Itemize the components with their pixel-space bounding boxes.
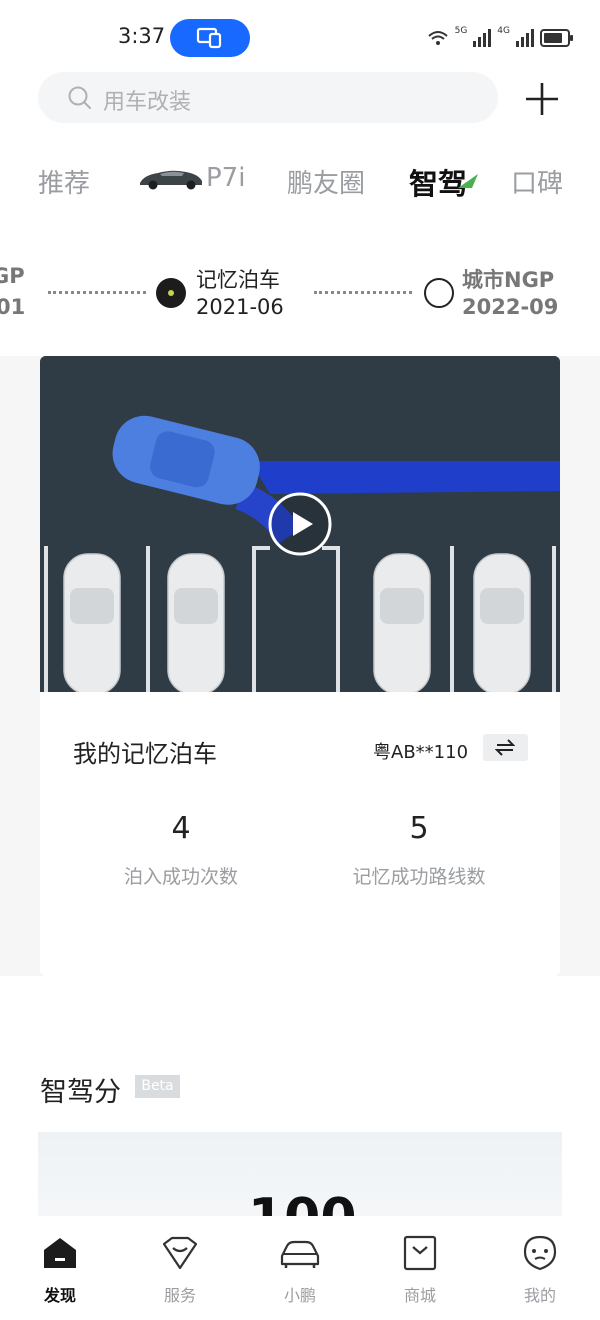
license-plate: 粤AB**110 xyxy=(373,742,469,763)
status-icons: 5G 4G xyxy=(427,26,574,50)
add-button[interactable] xyxy=(522,79,562,119)
status-time: 3:37 xyxy=(118,24,166,48)
network-label-2: 4G xyxy=(497,26,510,36)
timeline-node-next[interactable] xyxy=(424,278,454,308)
swap-icon xyxy=(495,739,515,756)
driving-score-title: 智驾分 xyxy=(40,1077,121,1108)
beta-badge: Beta xyxy=(135,1075,180,1098)
signal-icon xyxy=(516,29,534,47)
parking-success-count: 4 xyxy=(171,811,191,846)
profile-icon xyxy=(523,1235,557,1271)
active-tab-indicator xyxy=(458,174,478,188)
nav-profile[interactable]: 我的 xyxy=(500,1234,580,1306)
status-bar: 3:37 5G 4G xyxy=(0,0,600,76)
signal-icon xyxy=(473,29,492,47)
nav-shop[interactable]: 商城 xyxy=(380,1234,460,1306)
timeline-connector xyxy=(48,291,146,295)
car-thumbnail-icon xyxy=(140,170,202,190)
timeline-node-current[interactable] xyxy=(156,278,186,308)
route-success-label: 记忆成功路线数 xyxy=(352,866,486,888)
screen-cast-icon xyxy=(196,27,222,49)
nav-discover[interactable]: 发现 xyxy=(20,1234,100,1306)
timeline-current-date: 2021-06 xyxy=(196,295,284,319)
nav-label: 商城 xyxy=(403,1286,436,1305)
home-icon xyxy=(44,1238,76,1268)
nav-service[interactable]: 服务 xyxy=(140,1234,220,1306)
car-icon xyxy=(280,1240,320,1268)
memory-parking-card: 我的记忆泊车 粤AB**110 4 泊入成功次数 5 记忆成功路线数 xyxy=(40,356,560,976)
network-label-1: 5G xyxy=(454,26,468,36)
route-success-count: 5 xyxy=(409,811,429,846)
nav-label: 小鹏 xyxy=(283,1286,316,1305)
service-icon xyxy=(162,1236,198,1270)
search-placeholder: 用车改装 xyxy=(103,90,192,115)
memory-parking-title: 我的记忆泊车 xyxy=(73,740,217,768)
shop-icon xyxy=(403,1235,437,1271)
nav-label: 服务 xyxy=(163,1286,196,1305)
wifi-icon xyxy=(427,31,448,45)
top-tabs: 推荐 P7i 鹏友圈 智驾 口碑 xyxy=(0,155,600,205)
tab-community[interactable]: 鹏友圈 xyxy=(287,163,365,200)
parking-video[interactable] xyxy=(40,356,560,695)
driving-score-card[interactable]: 100 xyxy=(38,1132,562,1222)
screen-cast-pill[interactable] xyxy=(170,19,250,57)
nav-label: 发现 xyxy=(43,1286,76,1305)
tab-recommend[interactable]: 推荐 xyxy=(38,163,90,200)
parking-success-label: 泊入成功次数 xyxy=(123,866,238,888)
switch-vehicle-button[interactable] xyxy=(483,734,528,761)
search-icon xyxy=(68,86,91,109)
timeline-prev-date: 01 xyxy=(0,295,26,319)
tab-p7i[interactable]: P7i xyxy=(206,163,245,193)
search-bar[interactable]: 用车改装 xyxy=(38,72,498,123)
timeline-prev-title: GP xyxy=(0,264,25,288)
timeline-next-date: 2022-09 xyxy=(462,295,559,319)
battery-icon xyxy=(540,29,573,47)
nav-xpeng[interactable]: 小鹏 xyxy=(260,1234,340,1306)
tab-reputation[interactable]: 口碑 xyxy=(511,163,563,200)
timeline-connector xyxy=(314,291,412,295)
timeline-next-title: 城市NGP xyxy=(462,268,555,292)
feature-timeline: GP 01 记忆泊车 2021-06 城市NGP 2022-09 xyxy=(0,258,600,328)
play-icon[interactable] xyxy=(267,491,333,557)
nav-label: 我的 xyxy=(523,1286,556,1305)
bottom-navigation: 发现 服务 小鹏 商城 我的 xyxy=(0,1216,600,1320)
timeline-current-title: 记忆泊车 xyxy=(196,268,280,292)
